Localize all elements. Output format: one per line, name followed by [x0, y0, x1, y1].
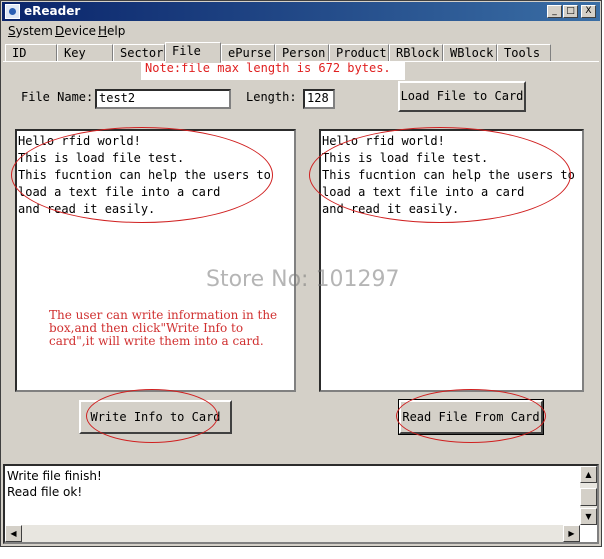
- menu-help[interactable]: Help: [98, 24, 125, 38]
- tab-product[interactable]: Product: [329, 44, 389, 62]
- scroll-down-icon[interactable]: ▼: [580, 508, 597, 525]
- tab-sector[interactable]: Sector: [113, 44, 165, 62]
- minimize-icon: _: [552, 6, 557, 16]
- app-icon: [5, 4, 20, 19]
- title-bar[interactable]: eReader _ □ X: [2, 2, 600, 21]
- tab-rblock[interactable]: RBlock: [389, 44, 443, 62]
- tab-key[interactable]: Key: [57, 44, 113, 62]
- tab-bar: ID Key Sector File ePurse Person Product…: [3, 42, 599, 63]
- scroll-up-icon[interactable]: ▲: [580, 466, 597, 483]
- tab-person[interactable]: Person: [275, 44, 329, 62]
- status-log[interactable]: Write file finish! Read file ok! ▲ ▼ ◀ ▶: [3, 464, 599, 544]
- file-name-label: File Name:: [21, 90, 94, 104]
- length-label: Length:: [246, 90, 297, 104]
- main-window: eReader _ □ X System Device Help ID Key …: [0, 0, 602, 547]
- read-text-area[interactable]: Hello rfid world! This is load file test…: [319, 129, 584, 392]
- log-line: Write file finish!: [7, 469, 102, 483]
- scroll-thumb[interactable]: [580, 488, 597, 506]
- menu-bar: System Device Help: [2, 21, 600, 41]
- log-line: Read file ok!: [7, 485, 83, 499]
- maximize-button[interactable]: □: [563, 5, 578, 18]
- minimize-button[interactable]: _: [547, 5, 562, 18]
- store-watermark: Store No: 101297: [206, 267, 400, 292]
- tab-id[interactable]: ID: [5, 44, 57, 62]
- menu-system[interactable]: System: [8, 24, 53, 38]
- window-title: eReader: [24, 4, 81, 18]
- log-horizontal-scrollbar[interactable]: [5, 525, 580, 542]
- tab-file[interactable]: File: [165, 42, 221, 63]
- write-info-button[interactable]: Write Info to Card: [79, 400, 232, 434]
- tab-wblock[interactable]: WBlock: [443, 44, 497, 62]
- scroll-right-icon[interactable]: ▶: [563, 525, 580, 542]
- scroll-left-icon[interactable]: ◀: [5, 525, 22, 542]
- tab-epurse[interactable]: ePurse: [221, 44, 275, 62]
- write-instructions: The user can write information in the bo…: [49, 308, 278, 348]
- load-file-button[interactable]: Load File to Card: [398, 81, 526, 112]
- write-text-area[interactable]: Hello rfid world! This is load file test…: [15, 129, 296, 392]
- file-name-input[interactable]: test2: [95, 89, 231, 109]
- tab-tools[interactable]: Tools: [497, 44, 551, 62]
- max-length-note: Note:file max length is 672 bytes.: [141, 61, 405, 80]
- read-file-button[interactable]: Read File From Card: [398, 399, 544, 435]
- maximize-icon: □: [566, 6, 575, 16]
- menu-device[interactable]: Device: [55, 24, 96, 38]
- close-button[interactable]: X: [581, 5, 596, 18]
- length-input[interactable]: 128: [303, 89, 335, 109]
- close-icon: X: [585, 6, 592, 16]
